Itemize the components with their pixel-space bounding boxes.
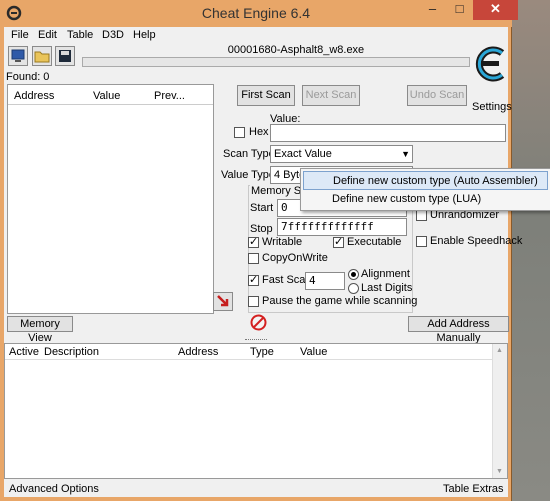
next-scan-button[interactable]: Next Scan — [302, 85, 360, 106]
scan-type-value: Exact Value — [274, 148, 332, 160]
column-active[interactable]: Active — [9, 346, 39, 358]
column-value[interactable]: Value — [93, 90, 120, 102]
close-button[interactable]: ✕ — [473, 0, 518, 20]
executable-checkbox[interactable] — [333, 235, 344, 248]
scan-results-list[interactable]: Address Value Prev... — [7, 84, 214, 314]
last-digits-radio[interactable] — [348, 283, 359, 294]
column-table-address[interactable]: Address — [178, 346, 218, 358]
first-scan-button[interactable]: First Scan — [237, 85, 295, 106]
stop-label: Stop — [250, 223, 273, 235]
menu-d3d[interactable]: D3D — [102, 29, 124, 41]
menu-edit[interactable]: Edit — [38, 29, 57, 41]
writable-label: Writable — [262, 236, 303, 248]
alignment-label: Alignment — [361, 268, 410, 280]
scan-progress-bar — [82, 57, 470, 67]
stop-address-input[interactable]: 7fffffffffffff — [277, 218, 407, 236]
scroll-up-icon[interactable]: ▲ — [496, 347, 503, 354]
copyonwrite-label: CopyOnWrite — [262, 252, 328, 264]
unrandomizer-checkbox[interactable] — [416, 210, 427, 221]
pause-game-checkbox[interactable] — [248, 296, 259, 307]
fast-scan-input[interactable]: 4 — [305, 272, 345, 290]
enable-speedhack-label: Enable Speedhack — [430, 235, 523, 247]
column-type[interactable]: Type — [250, 346, 274, 358]
pause-game-label: Pause the game while scanning — [262, 295, 418, 307]
red-arrow-icon — [217, 295, 229, 307]
scan-type-select[interactable]: Exact Value ▼ — [270, 145, 413, 163]
status-bar: Advanced Options Table Extras — [4, 480, 508, 497]
vertical-scrollbar[interactable]: ▲ ▼ — [492, 344, 507, 478]
column-description[interactable]: Description — [44, 346, 99, 358]
computer-icon — [11, 49, 25, 62]
start-label: Start — [250, 202, 274, 214]
undo-scan-button[interactable]: Undo Scan — [407, 85, 467, 106]
save-button[interactable] — [55, 46, 75, 66]
executable-label: Executable — [347, 236, 402, 248]
menu-table[interactable]: Table — [67, 29, 93, 41]
splitter-grip-icon — [245, 339, 267, 341]
value-type-context-menu: Define new custom type (Auto Assembler) … — [300, 168, 550, 211]
minimize-button[interactable]: – — [419, 0, 446, 20]
maximize-button[interactable]: □ — [446, 0, 473, 20]
add-address-manually-button[interactable]: Add Address Manually — [408, 316, 509, 344]
memory-view-button[interactable]: Memory View — [7, 316, 73, 344]
menu-file[interactable]: File — [11, 29, 29, 41]
address-table[interactable]: Active Description Address Type Value ▲ … — [4, 343, 508, 479]
hex-label: Hex — [249, 126, 269, 138]
fast-scan-checkbox[interactable] — [248, 273, 259, 286]
writable-checkbox[interactable] — [248, 235, 259, 248]
title-bar: Cheat Engine 6.4 – □ ✕ — [0, 0, 518, 27]
copyonwrite-checkbox[interactable] — [248, 253, 259, 264]
column-previous[interactable]: Prev... — [154, 90, 185, 102]
folder-icon — [34, 51, 50, 63]
process-title: 00001680-Asphalt8_w8.exe — [227, 44, 365, 56]
last-digits-label: Last Digits — [361, 282, 413, 294]
value-type-label: Value Type — [221, 169, 276, 181]
desktop-background — [510, 0, 550, 501]
value-input[interactable] — [270, 124, 506, 142]
table-extras-button[interactable]: Table Extras — [443, 483, 504, 495]
scroll-down-icon[interactable]: ▼ — [496, 468, 503, 475]
advanced-options-button[interactable]: Advanced Options — [9, 483, 99, 495]
client-area: File Edit Table D3D Help 00001680-Asphal… — [4, 27, 522, 497]
open-process-button[interactable] — [8, 46, 28, 66]
chevron-down-icon: ▼ — [401, 149, 410, 159]
floppy-disk-icon — [59, 50, 71, 62]
menu-bar: File Edit Table D3D Help — [4, 27, 508, 45]
panel-splitter[interactable] — [4, 339, 508, 342]
alignment-radio[interactable] — [348, 269, 359, 280]
enable-speedhack-checkbox[interactable] — [416, 236, 427, 247]
copy-to-list-button[interactable] — [213, 292, 233, 311]
settings-link[interactable]: Settings — [472, 101, 512, 113]
column-address[interactable]: Address — [14, 90, 54, 102]
open-file-button[interactable] — [32, 46, 52, 66]
found-count: Found: 0 — [6, 71, 50, 83]
menu-item-define-auto-assembler[interactable]: Define new custom type (Auto Assembler) — [303, 171, 548, 190]
cheat-engine-window: Cheat Engine 6.4 – □ ✕ File Edit Table D… — [0, 0, 522, 501]
stop-icon[interactable] — [250, 314, 267, 331]
address-table-header: Active Description Address Type Value — [5, 344, 507, 360]
results-header: Address Value Prev... — [8, 87, 213, 105]
scan-type-label: Scan Type — [223, 148, 275, 160]
hex-checkbox[interactable] — [234, 127, 245, 138]
cheat-engine-logo[interactable] — [471, 43, 511, 85]
column-table-value[interactable]: Value — [300, 346, 327, 358]
menu-help[interactable]: Help — [133, 29, 156, 41]
menu-item-define-lua[interactable]: Define new custom type (LUA) — [303, 190, 548, 209]
